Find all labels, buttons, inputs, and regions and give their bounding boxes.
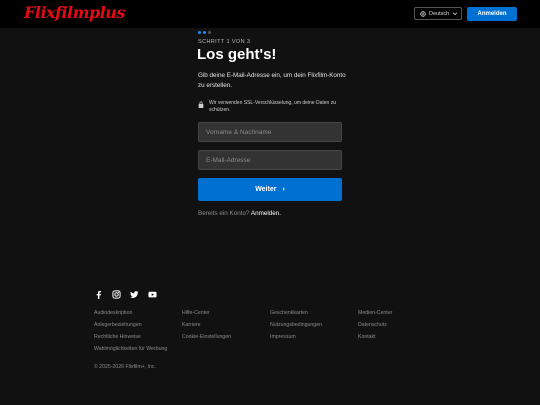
signup-description: Gib deine E-Mail-Adresse ein, um dein Fl…: [198, 72, 346, 89]
instagram-icon[interactable]: [112, 290, 121, 299]
login-prompt: Bereits ein Konto? Anmelden.: [198, 210, 281, 217]
continue-label: Weiter: [255, 186, 277, 193]
login-button[interactable]: Anmelden: [467, 7, 517, 21]
top-header: Flixfilmplus Deutsch Anmelden: [0, 0, 540, 28]
footer-link[interactable]: Geschenkkarten: [270, 308, 358, 318]
login-prompt-text: Bereits ein Konto?: [198, 210, 250, 217]
login-link[interactable]: Anmelden.: [251, 210, 281, 217]
footer-link[interactable]: Kontakt: [358, 332, 446, 342]
youtube-icon[interactable]: [148, 290, 157, 299]
page-title: Los geht's!: [197, 46, 277, 63]
step-label: SCHRITT 1 VON 3: [198, 39, 251, 45]
logo[interactable]: Flixfilmplus: [24, 3, 125, 22]
step-dot: [203, 31, 206, 34]
step-dot: [208, 31, 211, 34]
lock-icon: [198, 101, 204, 108]
continue-button[interactable]: Weiter ›: [198, 178, 342, 201]
social-links: [94, 290, 157, 299]
language-label: Deutsch: [429, 10, 450, 17]
name-field[interactable]: Vorname & Nachname: [198, 122, 342, 142]
footer-links: Audiodeskription Hilfe-Center Geschenkka…: [94, 308, 454, 354]
facebook-icon[interactable]: [94, 290, 103, 299]
email-field[interactable]: E-Mail-Adresse: [198, 150, 342, 170]
footer-link[interactable]: Wahlmöglichkeiten für Werbung: [94, 344, 182, 354]
step-indicator: [198, 31, 211, 34]
chevron-down-icon: [453, 12, 458, 15]
footer-link[interactable]: Karriere: [182, 320, 270, 330]
ssl-text: Wir verwenden SSL-Verschlüsselung, um de…: [209, 100, 337, 113]
twitter-icon[interactable]: [130, 290, 139, 299]
chevron-right-icon: ›: [282, 186, 285, 193]
footer-link[interactable]: Rechtliche Hinweise: [94, 332, 182, 342]
footer-link[interactable]: Medien-Center: [358, 308, 446, 318]
footer-link[interactable]: Cookie-Einstellungen: [182, 332, 270, 342]
globe-icon: [420, 10, 426, 17]
footer-link[interactable]: Audiodeskription: [94, 308, 182, 318]
language-selector[interactable]: Deutsch: [414, 7, 462, 20]
footer-link[interactable]: Anlegerbeziehungen: [94, 320, 182, 330]
copyright: © 2025-2026 Flixfilm+, Inc.: [94, 364, 156, 370]
ssl-note: Wir verwenden SSL-Verschlüsselung, um de…: [198, 100, 339, 114]
footer-link[interactable]: Hilfe-Center: [182, 308, 270, 318]
footer-link[interactable]: Nutzungsbedingungen: [270, 320, 358, 330]
footer-link[interactable]: Datenschutz: [358, 320, 446, 330]
step-dot: [198, 31, 201, 34]
footer-link[interactable]: Impressum: [270, 332, 358, 342]
